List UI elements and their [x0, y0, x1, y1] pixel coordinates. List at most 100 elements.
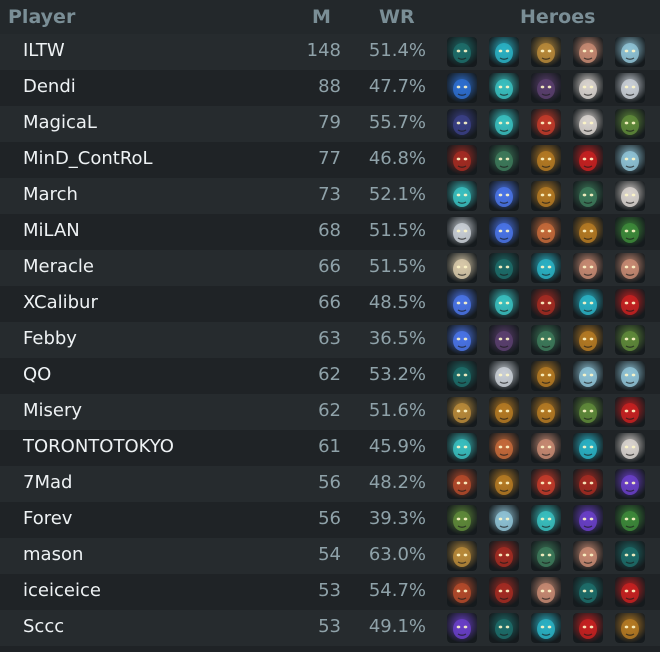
red-beast-hero-icon[interactable]: [573, 145, 603, 175]
frost-hero-icon[interactable]: [573, 361, 603, 391]
fire-hero-icon[interactable]: [531, 469, 561, 499]
red-beast-hero-icon[interactable]: [615, 577, 645, 607]
helmet-hero-icon[interactable]: [531, 37, 561, 67]
player-name[interactable]: Sccc: [23, 616, 64, 637]
red-beast-hero-icon[interactable]: [615, 397, 645, 427]
elder-hero-icon[interactable]: [573, 73, 603, 103]
helmet-hero-icon[interactable]: [447, 541, 477, 571]
monk-hero-icon[interactable]: [447, 253, 477, 283]
golem-hero-icon[interactable]: [489, 145, 519, 175]
table-row[interactable]: TORONTOTOKYO 61 45.9%: [0, 430, 660, 466]
gold-hero-icon[interactable]: [531, 397, 561, 427]
spectral-hero-icon[interactable]: [447, 433, 477, 463]
player-name[interactable]: ILTW: [23, 40, 65, 61]
player-name[interactable]: iceiceice: [23, 580, 101, 601]
goblin-hero-icon[interactable]: [573, 397, 603, 427]
player-name[interactable]: Misery: [23, 400, 82, 421]
teal-hero-icon[interactable]: [531, 253, 561, 283]
dark-hero-icon[interactable]: [447, 361, 477, 391]
table-row[interactable]: Sccc 53 49.1%: [0, 610, 660, 646]
player-name[interactable]: mason: [23, 544, 83, 565]
arc-hero-icon[interactable]: [489, 217, 519, 247]
teal-hero-icon[interactable]: [573, 433, 603, 463]
table-row[interactable]: MiLAN 68 51.5%: [0, 214, 660, 250]
shadow-hero-icon[interactable]: [615, 505, 645, 535]
demon-hero-icon[interactable]: [489, 577, 519, 607]
golem-hero-icon[interactable]: [531, 325, 561, 355]
player-name[interactable]: Dendi: [23, 76, 76, 97]
table-row[interactable]: MinD_ContRoL 77 46.8%: [0, 142, 660, 178]
masked-hero-icon[interactable]: [489, 325, 519, 355]
player-name[interactable]: MiLAN: [23, 220, 80, 241]
golem-hero-icon[interactable]: [573, 181, 603, 211]
goblin-hero-icon[interactable]: [615, 325, 645, 355]
table-row[interactable]: Meracle 66 51.5%: [0, 250, 660, 286]
void-hero-icon[interactable]: [615, 469, 645, 499]
table-row[interactable]: Febby 63 36.5%: [0, 322, 660, 358]
goblin-hero-icon[interactable]: [447, 505, 477, 535]
table-row[interactable]: 7Mad 56 48.2%: [0, 466, 660, 502]
player-name[interactable]: 7Mad: [23, 472, 72, 493]
table-row[interactable]: Dendi 88 47.7%: [0, 70, 660, 106]
player-name[interactable]: QO: [23, 364, 51, 385]
shadow-hero-icon[interactable]: [615, 217, 645, 247]
demon-hero-icon[interactable]: [531, 289, 561, 319]
spectral-hero-icon[interactable]: [489, 73, 519, 103]
player-name[interactable]: March: [23, 184, 78, 205]
demon-hero-icon[interactable]: [447, 145, 477, 175]
player-name[interactable]: MinD_ContRoL: [23, 148, 153, 169]
void-hero-icon[interactable]: [573, 505, 603, 535]
red-beast-hero-icon[interactable]: [573, 613, 603, 643]
teal-hero-icon[interactable]: [531, 613, 561, 643]
table-row[interactable]: March 73 52.1%: [0, 178, 660, 214]
woman-hero-icon[interactable]: [531, 217, 561, 247]
teal-hero-icon[interactable]: [573, 289, 603, 319]
gold-hero-icon[interactable]: [531, 361, 561, 391]
wolf-hero-icon[interactable]: [615, 73, 645, 103]
spectral-hero-icon[interactable]: [489, 289, 519, 319]
monkey-hero-icon[interactable]: [447, 577, 477, 607]
column-header-player[interactable]: Player: [8, 6, 75, 28]
wolf-hero-icon[interactable]: [489, 361, 519, 391]
bearded-hero-icon[interactable]: [573, 253, 603, 283]
dark-hero-icon[interactable]: [489, 613, 519, 643]
wolf-hero-icon[interactable]: [447, 217, 477, 247]
player-name[interactable]: Meracle: [23, 256, 94, 277]
woman-hero-icon[interactable]: [489, 433, 519, 463]
bearded-hero-icon[interactable]: [531, 433, 561, 463]
gold-hero-icon[interactable]: [615, 613, 645, 643]
table-row[interactable]: Misery 62 51.6%: [0, 394, 660, 430]
gold-hero-icon[interactable]: [489, 397, 519, 427]
arc-hero-icon[interactable]: [447, 325, 477, 355]
monkey-hero-icon[interactable]: [447, 469, 477, 499]
table-row[interactable]: Forev 56 39.3%: [0, 502, 660, 538]
red-beast-hero-icon[interactable]: [615, 289, 645, 319]
blue-beast-hero-icon[interactable]: [447, 73, 477, 103]
elder-hero-icon[interactable]: [573, 109, 603, 139]
spectral-hero-icon[interactable]: [447, 181, 477, 211]
gold-hero-icon[interactable]: [573, 325, 603, 355]
demon-hero-icon[interactable]: [573, 469, 603, 499]
bearded-hero-icon[interactable]: [573, 37, 603, 67]
gold-hero-icon[interactable]: [531, 145, 561, 175]
demon-hero-icon[interactable]: [489, 541, 519, 571]
spectral-hero-icon[interactable]: [531, 505, 561, 535]
dark-hero-icon[interactable]: [447, 37, 477, 67]
elder-hero-icon[interactable]: [615, 433, 645, 463]
dark-hero-icon[interactable]: [573, 577, 603, 607]
table-row[interactable]: mason 54 63.0%: [0, 538, 660, 574]
column-header-matches[interactable]: M: [312, 6, 331, 28]
gold-hero-icon[interactable]: [489, 469, 519, 499]
column-header-winrate[interactable]: WR: [379, 6, 415, 28]
helmet-hero-icon[interactable]: [447, 397, 477, 427]
player-name[interactable]: MagicaL: [23, 112, 97, 133]
table-row[interactable]: XCalibur 66 48.5%: [0, 286, 660, 322]
frost-hero-icon[interactable]: [615, 37, 645, 67]
frost-hero-icon[interactable]: [489, 505, 519, 535]
table-row[interactable]: iceiceice 53 54.7%: [0, 574, 660, 610]
dark-hero-icon[interactable]: [489, 253, 519, 283]
bearded-hero-icon[interactable]: [615, 253, 645, 283]
gold-hero-icon[interactable]: [531, 181, 561, 211]
table-row[interactable]: ILTW 148 51.4%: [0, 34, 660, 70]
dark-hero-icon[interactable]: [615, 541, 645, 571]
